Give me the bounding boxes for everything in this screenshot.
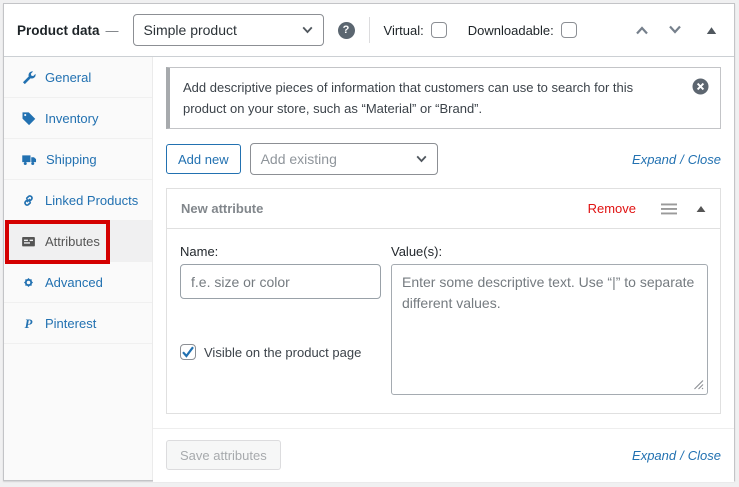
wrench-icon — [21, 70, 36, 85]
product-data-metabox: Product data — Simple product ? Virtual:… — [3, 3, 735, 481]
sidebar-item-shipping[interactable]: Shipping — [4, 139, 152, 180]
sidebar-item-label: Advanced — [45, 275, 103, 290]
dismiss-icon — [692, 78, 709, 95]
sidebar-item-inventory[interactable]: Inventory — [4, 98, 152, 139]
close-link[interactable]: Close — [688, 152, 721, 167]
notice-text: Add descriptive pieces of information th… — [183, 80, 633, 116]
product-type-value: Simple product — [144, 22, 237, 38]
attribute-values-textarea[interactable] — [391, 264, 708, 395]
sidebar-item-label: Inventory — [45, 111, 98, 126]
move-down-button[interactable] — [665, 22, 685, 38]
values-label: Value(s): — [391, 244, 708, 259]
chevron-down-icon — [302, 26, 313, 34]
visible-checkbox[interactable] — [180, 344, 196, 360]
add-existing-placeholder: Add existing — [261, 151, 337, 167]
product-type-select[interactable]: Simple product — [133, 14, 324, 46]
attribute-fields: Name: Visible on the product page — [167, 229, 720, 413]
checkmark-icon — [181, 346, 195, 358]
sidebar-item-label: Pinterest — [45, 316, 96, 331]
chevron-down-icon — [667, 24, 683, 36]
metabox-controls — [632, 22, 719, 38]
header-divider — [369, 17, 370, 43]
visible-checkbox-label: Visible on the product page — [204, 345, 361, 360]
triangle-up-icon — [696, 205, 706, 213]
name-label: Name: — [180, 244, 381, 259]
attribute-values-column: Value(s): — [391, 244, 708, 395]
sidebar-item-label: Attributes — [45, 234, 100, 249]
attributes-toolbar: Add new Add existing Expand / Close — [166, 143, 721, 175]
metabox-body: General Inventory Shipping — [4, 57, 734, 480]
chevron-up-icon — [634, 24, 650, 36]
expand-close-separator: / — [680, 448, 684, 463]
expand-close-separator: / — [680, 152, 684, 167]
sidebar-item-advanced[interactable]: Advanced — [4, 262, 152, 303]
help-icon[interactable]: ? — [338, 22, 355, 39]
index-card-icon — [21, 234, 36, 249]
sidebar-item-label: General — [45, 70, 91, 85]
triangle-up-icon — [706, 26, 717, 35]
product-data-tabs: General Inventory Shipping — [4, 57, 153, 480]
svg-text:P: P — [25, 316, 33, 330]
new-attribute-box: New attribute Remove — [166, 188, 721, 414]
title-dash: — — [106, 23, 119, 38]
sidebar-item-general[interactable]: General — [4, 57, 152, 98]
sidebar-item-label: Linked Products — [45, 193, 138, 208]
drag-handle-icon[interactable] — [661, 203, 677, 215]
sidebar-item-label: Shipping — [46, 152, 97, 167]
remove-attribute-link[interactable]: Remove — [588, 201, 636, 216]
visible-checkbox-row: Visible on the product page — [180, 344, 381, 360]
gear-icon — [21, 275, 36, 290]
page-title: Product data — [17, 23, 100, 38]
downloadable-label: Downloadable: — [468, 23, 554, 38]
downloadable-checkbox[interactable] — [561, 22, 577, 38]
virtual-label: Virtual: — [384, 23, 424, 38]
move-up-button[interactable] — [632, 22, 652, 38]
sidebar-item-attributes[interactable]: Attributes — [4, 221, 152, 262]
attributes-help-notice: Add descriptive pieces of information th… — [166, 67, 721, 129]
metabox-header: Product data — Simple product ? Virtual:… — [4, 4, 734, 57]
panel-toggle-button[interactable] — [704, 24, 719, 37]
expand-close-links: Expand / Close — [632, 448, 721, 463]
sidebar-item-pinterest[interactable]: P Pinterest — [4, 303, 152, 344]
truck-icon — [21, 152, 37, 167]
expand-link[interactable]: Expand — [632, 448, 676, 463]
virtual-checkbox[interactable] — [431, 22, 447, 38]
tag-icon — [21, 111, 36, 126]
attributes-panel: Add descriptive pieces of information th… — [153, 57, 734, 480]
attributes-footer-toolbar: Save attributes Expand / Close — [153, 428, 734, 482]
dismiss-notice-button[interactable] — [692, 78, 709, 95]
attribute-header[interactable]: New attribute Remove — [167, 189, 720, 229]
pinterest-icon: P — [21, 316, 36, 331]
link-icon — [21, 193, 36, 208]
add-new-button[interactable]: Add new — [166, 144, 241, 174]
close-link[interactable]: Close — [688, 448, 721, 463]
expand-link[interactable]: Expand — [632, 152, 676, 167]
add-existing-select[interactable]: Add existing — [250, 143, 438, 175]
chevron-down-icon — [416, 155, 427, 163]
attribute-title: New attribute — [181, 201, 588, 216]
attribute-toggle-button[interactable] — [696, 205, 706, 213]
product-data-page: Product data — Simple product ? Virtual:… — [0, 0, 739, 487]
attribute-name-input[interactable] — [180, 264, 381, 299]
expand-close-links: Expand / Close — [632, 152, 721, 167]
save-attributes-button[interactable]: Save attributes — [166, 440, 281, 470]
sidebar-item-linked-products[interactable]: Linked Products — [4, 180, 152, 221]
attribute-name-column: Name: Visible on the product page — [180, 244, 381, 395]
